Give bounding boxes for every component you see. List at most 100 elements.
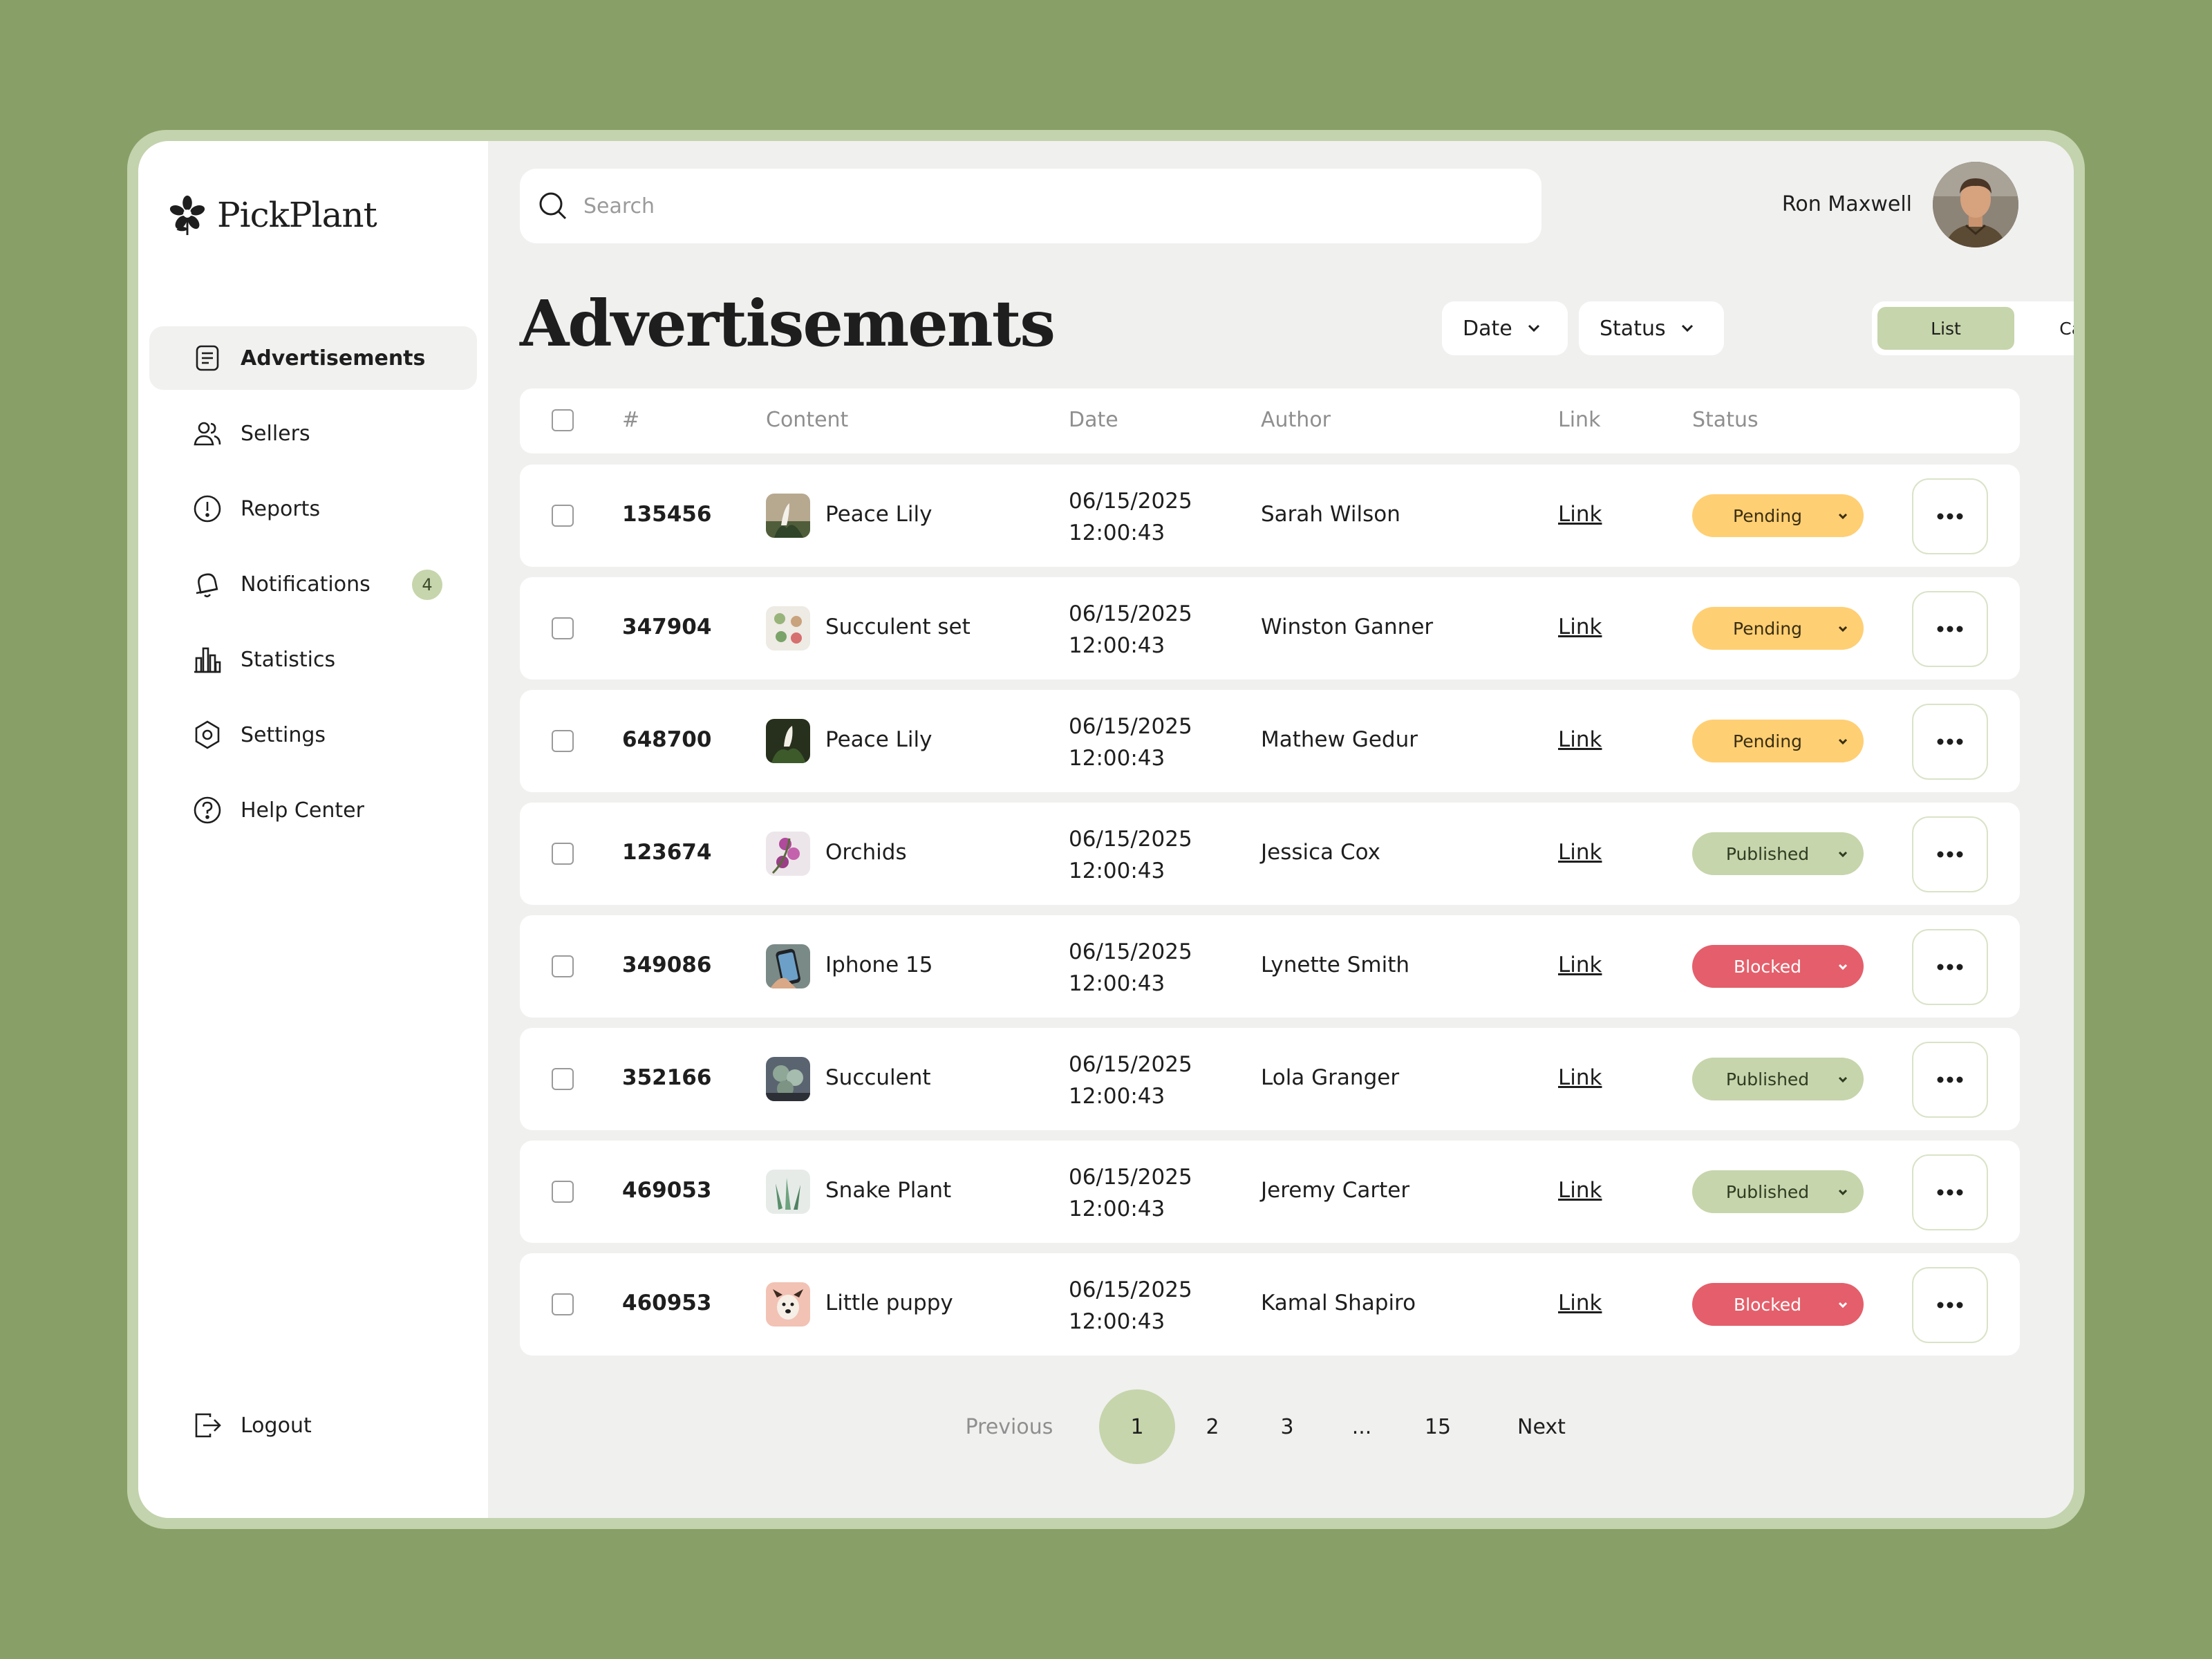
content-name: Little puppy [825,1291,953,1315]
more-actions-button[interactable] [1912,704,1988,780]
pagination-page-3[interactable]: 3 [1259,1389,1315,1464]
date-filter-dropdown[interactable]: Date [1442,301,1568,355]
sidebar-item-settings[interactable]: Settings [149,703,477,767]
bell-icon [192,569,223,599]
sidebar-item-notifications[interactable]: Notifications 4 [149,552,477,616]
more-actions-button[interactable] [1912,929,1988,1005]
status-label: Blocked [1734,956,1801,977]
ad-date-day: 06/15/2025 [1069,1165,1192,1190]
sidebar-item-sellers[interactable]: Sellers [149,402,477,465]
ad-link[interactable]: Link [1558,953,1602,977]
bar-chart-icon [192,644,223,675]
chevron-down-icon [1838,513,1848,520]
ad-date-day: 06/15/2025 [1069,714,1192,739]
status-dropdown[interactable]: Pending [1692,494,1864,537]
logout-icon [192,1410,223,1441]
avatar[interactable] [1933,162,2018,247]
pagination-previous[interactable]: Previous [947,1389,1071,1464]
status-dropdown[interactable]: Blocked [1692,1283,1864,1326]
content-name: Orchids [825,840,907,865]
view-cards-button[interactable]: Cards [2016,307,2074,350]
more-dots-icon [1937,738,1963,745]
ad-date-time: 12:00:43 [1069,971,1165,996]
ad-link[interactable]: Link [1558,1291,1602,1315]
more-dots-icon [1937,1189,1963,1196]
status-filter-dropdown[interactable]: Status [1579,301,1724,355]
sidebar-item-reports[interactable]: Reports [149,477,477,541]
ad-date-day: 06/15/2025 [1069,601,1192,626]
help-circle-icon [192,795,223,825]
more-dots-icon [1937,964,1963,971]
status-label: Pending [1733,618,1802,639]
ad-id: 648700 [622,727,712,752]
status-dropdown[interactable]: Blocked [1692,945,1864,988]
logout-button[interactable]: Logout [149,1394,477,1457]
ad-link[interactable]: Link [1558,502,1602,527]
date-filter-label: Date [1463,316,1512,341]
more-actions-button[interactable] [1912,1154,1988,1230]
row-checkbox[interactable] [552,617,574,639]
content-name: Peace Lily [825,502,932,527]
sidebar-item-statistics[interactable]: Statistics [149,628,477,691]
more-dots-icon [1937,626,1963,632]
ad-date-day: 06/15/2025 [1069,1277,1192,1302]
author-name: Jeremy Carter [1261,1178,1410,1203]
ad-date-time: 12:00:43 [1069,746,1165,771]
chevron-down-icon [1838,626,1848,632]
status-dropdown[interactable]: Pending [1692,607,1864,650]
row-checkbox[interactable] [552,843,574,865]
row-checkbox[interactable] [552,955,574,977]
sidebar-item-help-center[interactable]: Help Center [149,778,477,842]
ad-date-day: 06/15/2025 [1069,1052,1192,1077]
row-checkbox[interactable] [552,1181,574,1203]
logo[interactable]: PickPlant [166,194,377,236]
sidebar-item-advertisements[interactable]: Advertisements [149,326,477,390]
content-name: Snake Plant [825,1178,952,1203]
pagination-page-15[interactable]: 15 [1410,1389,1465,1464]
pagination-next[interactable]: Next [1486,1389,1597,1464]
more-actions-button[interactable] [1912,1042,1988,1118]
status-dropdown[interactable]: Published [1692,832,1864,875]
row-checkbox[interactable] [552,1068,574,1090]
chevron-down-icon [1838,1302,1848,1309]
content-thumbnail [766,494,810,538]
more-actions-button[interactable] [1912,816,1988,892]
status-dropdown[interactable]: Published [1692,1058,1864,1100]
ad-link[interactable]: Link [1558,840,1602,865]
content-thumbnail [766,719,810,763]
select-all-checkbox[interactable] [552,409,574,431]
table-header: # Content Date Author Link Status [520,388,2020,453]
more-actions-button[interactable] [1912,1267,1988,1343]
sidebar-item-label: Reports [241,496,321,521]
ad-link[interactable]: Link [1558,615,1602,639]
column-header-content: Content [766,408,849,432]
more-actions-button[interactable] [1912,591,1988,667]
view-toggle: List Cards [1872,301,2074,355]
author-name: Sarah Wilson [1261,502,1400,527]
author-name: Mathew Gedur [1261,727,1418,752]
status-dropdown[interactable]: Published [1692,1170,1864,1213]
ad-link[interactable]: Link [1558,727,1602,752]
pagination-page-1[interactable]: 1 [1099,1389,1175,1464]
row-checkbox[interactable] [552,1293,574,1315]
app-window: PickPlant Advertisements Sellers Reports [138,141,2074,1518]
ad-link[interactable]: Link [1558,1065,1602,1090]
author-name: Lynette Smith [1261,953,1410,977]
row-checkbox[interactable] [552,730,574,752]
search-icon [539,192,567,220]
chevron-down-icon [1838,851,1848,858]
table-row: 648700 Peace Lily 06/15/2025 12:00:43 Mat… [520,690,2020,792]
search-input[interactable] [583,194,1482,218]
pagination-page-2[interactable]: 2 [1185,1389,1240,1464]
view-list-button[interactable]: List [1877,307,2014,350]
status-label: Blocked [1734,1294,1801,1315]
status-label: Published [1725,1069,1810,1089]
column-header-link: Link [1558,408,1601,432]
status-dropdown[interactable]: Pending [1692,720,1864,762]
row-checkbox[interactable] [552,505,574,527]
ad-link[interactable]: Link [1558,1178,1602,1203]
ad-date-time: 12:00:43 [1069,859,1165,883]
more-actions-button[interactable] [1912,478,1988,554]
chevron-down-icon [1528,324,1539,332]
search-bar[interactable] [520,169,1541,243]
